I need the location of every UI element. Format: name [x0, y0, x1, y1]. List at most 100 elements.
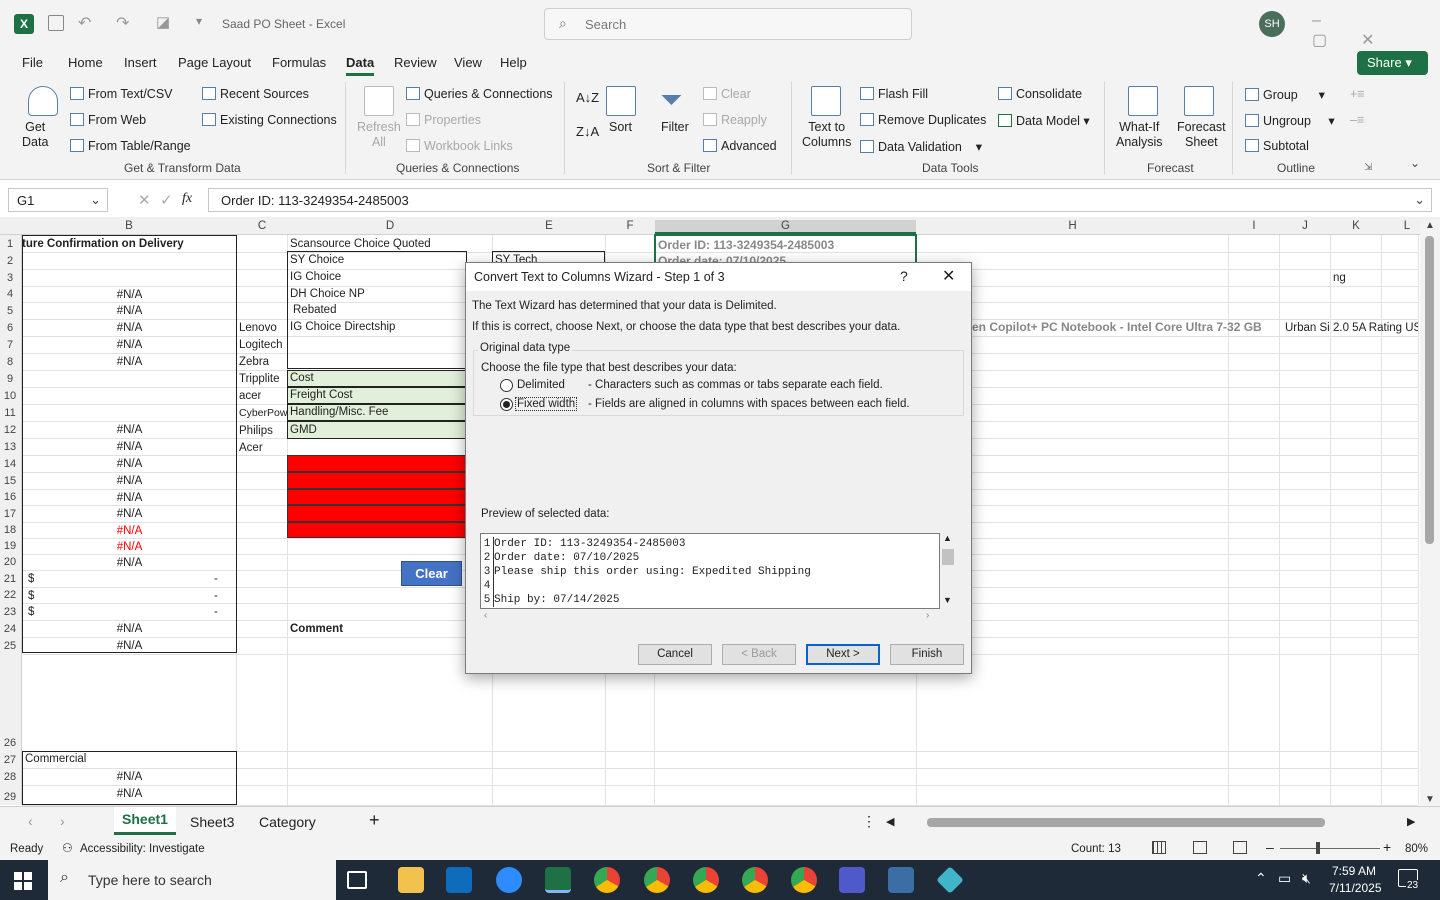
flash-fill-button[interactable]: Flash Fill: [860, 87, 928, 101]
row-header[interactable]: 17: [0, 508, 20, 520]
cell-d12[interactable]: GMD: [290, 422, 317, 438]
cell-na[interactable]: #N/A: [22, 439, 237, 455]
column-header[interactable]: F: [606, 220, 654, 232]
row-header[interactable]: 8: [0, 356, 20, 368]
task-view-icon[interactable]: [347, 871, 367, 889]
name-box[interactable]: G1 ⌄: [8, 188, 108, 212]
next-button[interactable]: Next >: [806, 644, 880, 665]
chrome-icon[interactable]: [791, 867, 817, 893]
accessibility-status[interactable]: Accessibility: Investigate: [80, 843, 205, 855]
column-header[interactable]: B: [22, 220, 236, 232]
scroll-up-icon[interactable]: ▲: [943, 533, 952, 543]
clock-time[interactable]: 7:59 AM: [1332, 864, 1376, 878]
windows-start-icon[interactable]: [14, 872, 32, 890]
horizontal-scroll-thumb[interactable]: [927, 818, 1325, 827]
preview-hscroll[interactable]: ‹ ›: [480, 610, 940, 624]
cell-h6[interactable]: en Copilot+ PC Notebook - Intel Core Ult…: [972, 319, 1279, 335]
group-button[interactable]: Group ▾: [1245, 87, 1325, 102]
scroll-down-icon[interactable]: ▼: [943, 595, 952, 605]
formula-cancel-icon[interactable]: ✕: [138, 191, 151, 209]
redo-icon[interactable]: ↷: [116, 13, 129, 33]
fixed-width-label[interactable]: Fixed width: [515, 397, 578, 411]
column-header[interactable]: E: [493, 220, 605, 232]
column-header[interactable]: D: [288, 220, 492, 232]
zoom-level[interactable]: 80%: [1405, 843, 1428, 855]
sheet-tab-sheet1[interactable]: Sheet1: [114, 807, 176, 835]
dialog-launcher-icon[interactable]: ⇲: [1364, 162, 1372, 173]
cell-d9[interactable]: Cost: [290, 370, 314, 386]
collapse-ribbon-icon[interactable]: ⌄: [1410, 156, 1420, 170]
outlook-icon[interactable]: [446, 867, 472, 893]
subtotal-button[interactable]: Subtotal: [1245, 139, 1309, 153]
column-header[interactable]: C: [237, 220, 287, 232]
row-header[interactable]: 13: [0, 441, 20, 453]
cell-d6[interactable]: IG Choice Directship: [290, 319, 395, 335]
cell-na[interactable]: #N/A: [22, 320, 237, 336]
row-header[interactable]: 25: [0, 640, 20, 652]
cell-na[interactable]: #N/A: [22, 539, 237, 555]
cell-na[interactable]: #N/A: [22, 354, 237, 370]
save-icon[interactable]: [48, 15, 64, 31]
customize-qat-icon[interactable]: ▾: [196, 14, 202, 28]
normal-view-icon[interactable]: [1152, 841, 1166, 854]
clock-date[interactable]: 7/11/2025: [1329, 881, 1382, 895]
cell-na[interactable]: #N/A: [22, 555, 237, 571]
existing-connections-button[interactable]: Existing Connections: [202, 113, 337, 127]
cell-c12[interactable]: Philips: [239, 423, 273, 439]
tab-formulas[interactable]: Formulas: [272, 55, 326, 70]
formula-enter-icon[interactable]: ✓: [160, 191, 173, 209]
search-box[interactable]: ⌕ Search: [544, 8, 912, 40]
preview-vscroll[interactable]: ▲ ▼: [940, 533, 956, 609]
taskbar-search[interactable]: ⌕ Type here to search: [48, 860, 336, 900]
cell-na[interactable]: #N/A: [22, 621, 237, 637]
scroll-right-icon[interactable]: ›: [60, 813, 65, 829]
column-header[interactable]: K: [1331, 220, 1381, 232]
chrome-icon[interactable]: [742, 867, 768, 893]
scroll-up-icon[interactable]: ▲: [1425, 220, 1435, 231]
queries-connections-button[interactable]: Queries & Connections: [406, 87, 553, 101]
consolidate-button[interactable]: Consolidate: [998, 87, 1082, 101]
data-model-button[interactable]: Data Model ▾: [998, 113, 1090, 128]
zoom-app-icon[interactable]: [496, 867, 522, 893]
cell-j6[interactable]: Urban Si: [1285, 320, 1330, 336]
remove-duplicates-button[interactable]: Remove Duplicates: [860, 113, 986, 127]
back-button[interactable]: < Back: [722, 644, 796, 665]
finish-button[interactable]: Finish: [890, 644, 964, 665]
preview-scroll-thumb[interactable]: [942, 549, 954, 565]
from-web-button[interactable]: From Web: [70, 113, 146, 127]
radio-delimited[interactable]: [500, 379, 513, 392]
formula-input[interactable]: Order ID: 113-3249354-2485003 ⌄: [208, 188, 1432, 212]
zoom-in-icon[interactable]: +: [1383, 839, 1391, 855]
row-header[interactable]: 4: [0, 288, 20, 300]
vertical-scrollbar[interactable]: ▲ ▼: [1420, 220, 1440, 806]
sort-za-icon[interactable]: Z↓A: [576, 124, 599, 139]
row-header[interactable]: 16: [0, 491, 20, 503]
cell-na[interactable]: #N/A: [22, 506, 237, 522]
row-header[interactable]: 12: [0, 424, 20, 436]
row-header[interactable]: 1: [0, 238, 20, 250]
cell-d11[interactable]: Handling/Misc. Fee: [290, 404, 388, 420]
cell-c7[interactable]: Logitech: [239, 337, 282, 353]
row-header[interactable]: 28: [0, 771, 20, 783]
column-header[interactable]: G: [655, 220, 916, 234]
delimited-label[interactable]: Delimited: [517, 379, 565, 391]
sort-az-icon[interactable]: A↓Z: [576, 90, 599, 105]
scroll-left-icon[interactable]: ‹: [484, 610, 487, 621]
show-detail-icon[interactable]: +≡: [1350, 87, 1365, 101]
excel-taskbar-icon[interactable]: [545, 867, 571, 893]
cell-na[interactable]: #N/A: [22, 769, 237, 785]
more-options-icon[interactable]: ⋮: [862, 813, 876, 830]
file-explorer-icon[interactable]: [398, 867, 424, 893]
hscroll-right-icon[interactable]: ▶: [1407, 815, 1415, 828]
scroll-thumb[interactable]: [1425, 236, 1434, 544]
refresh-all-button[interactable]: Refresh All: [357, 120, 401, 150]
page-break-view-icon[interactable]: [1233, 841, 1247, 854]
cell-k6[interactable]: 2.0 5A Rating US: [1333, 320, 1418, 336]
recent-sources-button[interactable]: Recent Sources: [202, 87, 309, 101]
row-header[interactable]: 10: [0, 390, 20, 402]
chrome-icon[interactable]: [594, 867, 620, 893]
what-if-analysis-button[interactable]: What-If Analysis: [1116, 120, 1163, 150]
network-icon[interactable]: ▭: [1278, 870, 1291, 887]
cell-d3[interactable]: IG Choice: [290, 269, 341, 285]
row-header[interactable]: 18: [0, 524, 20, 536]
